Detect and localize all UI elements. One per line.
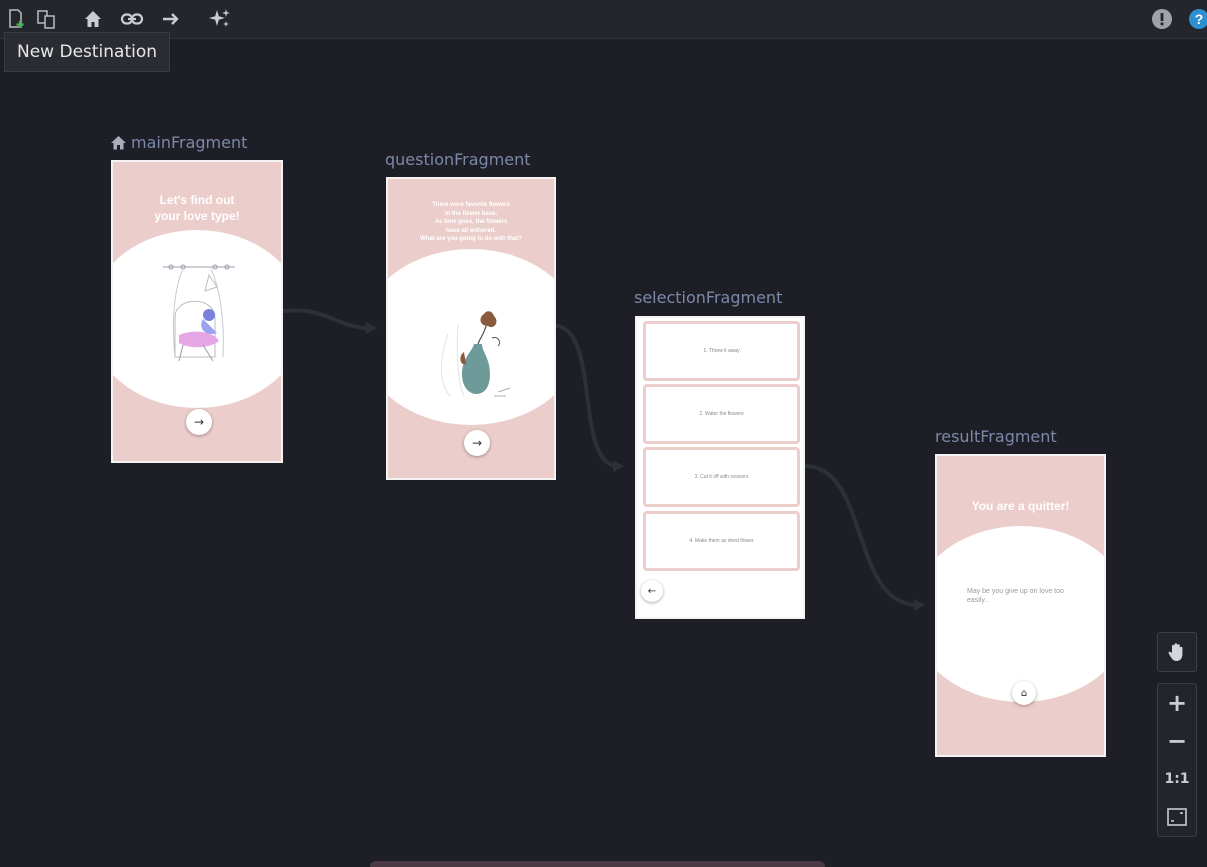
result-description: May be you give up on love too easily.. bbox=[967, 588, 1064, 605]
help-icon[interactable]: ? bbox=[1186, 6, 1207, 32]
selection-back-button[interactable]: ← bbox=[641, 580, 663, 602]
result-home-button[interactable]: ⌂ bbox=[1012, 681, 1036, 705]
selection-option[interactable]: 1. Threw it away bbox=[643, 321, 800, 381]
action-arrow-main-to-question bbox=[282, 308, 371, 330]
action-arrow-question-to-selection bbox=[555, 324, 618, 468]
question-line: have all withered. bbox=[445, 227, 497, 234]
result-white-circle bbox=[937, 526, 1104, 702]
pan-hand-icon[interactable] bbox=[1158, 633, 1196, 671]
question-fragment-preview[interactable]: There were favorite flowers in the flowe… bbox=[386, 177, 556, 480]
zoom-out-button[interactable]: − bbox=[1158, 722, 1196, 760]
question-fragment-label[interactable]: questionFragment bbox=[385, 150, 531, 169]
girl-in-chair-illustration bbox=[163, 264, 235, 362]
main-fragment-preview[interactable]: Let's find out your love type! → bbox=[111, 160, 283, 463]
main-fragment-name: mainFragment bbox=[131, 133, 248, 152]
result-headline: You are a quitter! bbox=[971, 499, 1070, 513]
toolbar: ? bbox=[0, 0, 1207, 39]
warning-icon[interactable] bbox=[1149, 6, 1175, 32]
question-line: As time goes, the flowers bbox=[434, 219, 508, 226]
svg-text:?: ? bbox=[1195, 11, 1204, 27]
main-fragment-label[interactable]: mainFragment bbox=[110, 133, 247, 154]
new-destination-icon[interactable] bbox=[3, 6, 29, 32]
bottom-scrollbar[interactable] bbox=[370, 861, 825, 867]
action-icon[interactable] bbox=[158, 6, 184, 32]
navigation-graph-canvas[interactable]: mainFragment Let's find out your love ty… bbox=[0, 39, 1207, 867]
question-text: There were favorite flowers in the flowe… bbox=[388, 201, 554, 244]
selection-option[interactable]: 3. Cut it off with scissors bbox=[643, 447, 800, 507]
main-next-button[interactable]: → bbox=[186, 409, 212, 435]
start-destination-icon[interactable] bbox=[80, 6, 106, 32]
result-fragment-preview[interactable]: You are a quitter! May be you give up on… bbox=[935, 454, 1106, 757]
start-destination-home-icon bbox=[110, 135, 127, 154]
action-arrow-selection-to-result bbox=[804, 464, 919, 607]
nested-graph-icon[interactable] bbox=[33, 6, 59, 32]
selection-option[interactable]: 4. Make them as dried flower bbox=[643, 511, 800, 571]
question-line: There were favorite flowers bbox=[432, 202, 510, 208]
withered-flower-vase-illustration bbox=[440, 311, 511, 397]
pan-tool-group bbox=[1157, 632, 1197, 672]
selection-option[interactable]: 2. Water the flowers bbox=[643, 384, 800, 444]
main-headline: Let's find out your love type! bbox=[113, 192, 281, 224]
zoom-controls: + − 1:1 bbox=[1157, 683, 1197, 837]
zoom-in-button[interactable]: + bbox=[1158, 684, 1196, 722]
question-line: What are you going to do with that? bbox=[420, 236, 522, 243]
question-next-button[interactable]: → bbox=[464, 430, 490, 456]
result-fragment-label[interactable]: resultFragment bbox=[935, 427, 1057, 446]
deep-link-icon[interactable] bbox=[119, 6, 145, 32]
main-headline-line1: Let's find out bbox=[159, 193, 235, 207]
zoom-to-fit-icon[interactable] bbox=[1158, 798, 1196, 836]
selection-fragment-label[interactable]: selectionFragment bbox=[634, 288, 782, 307]
main-headline-line2: your love type! bbox=[154, 209, 240, 223]
auto-arrange-icon[interactable] bbox=[207, 6, 233, 32]
selection-fragment-preview[interactable]: 1. Threw it away 2. Water the flowers 3.… bbox=[635, 316, 805, 619]
zoom-actual-size-button[interactable]: 1:1 bbox=[1158, 760, 1196, 798]
question-line: in the flower base. bbox=[444, 210, 498, 217]
